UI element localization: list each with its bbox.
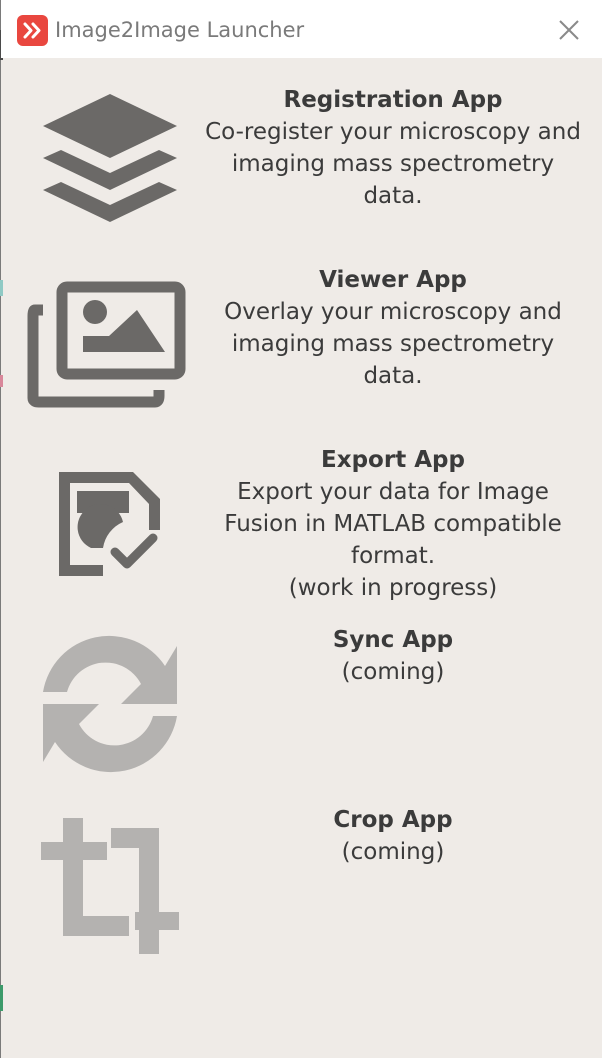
viewer-app-text: Viewer App Overlay your microscopy and i…	[193, 264, 593, 392]
app-description: Export your data for Image Fusion in MAT…	[224, 479, 562, 601]
crop-app-text: Crop App (coming)	[193, 804, 593, 868]
title-bar: Image2Image Launcher	[1, 0, 602, 58]
sync-app-text: Sync App (coming)	[193, 624, 593, 688]
app-name: Crop App	[333, 807, 453, 833]
close-button[interactable]	[551, 12, 587, 48]
registration-app-text: Registration App Co-register your micros…	[193, 84, 593, 212]
sync-icon	[25, 624, 195, 784]
layers-icon	[25, 84, 195, 244]
close-icon	[559, 20, 579, 40]
app-name: Registration App	[283, 87, 503, 113]
app-description: Co-register your microscopy and imaging …	[205, 119, 581, 209]
app-name: Sync App	[332, 627, 454, 653]
export-app-text: Export App Export your data for Image Fu…	[193, 444, 593, 604]
viewer-app-button[interactable]: Viewer App Overlay your microscopy and i…	[1, 264, 602, 444]
window-title: Image2Image Launcher	[55, 18, 305, 42]
app-name: Export App	[321, 447, 465, 473]
sync-app-button[interactable]: Sync App (coming)	[1, 624, 602, 804]
app-name: Viewer App	[319, 267, 467, 293]
registration-app-button[interactable]: Registration App Co-register your micros…	[1, 84, 602, 264]
launcher-window: Image2Image Launcher Registration App Co…	[0, 0, 602, 1058]
window-edge-marker	[0, 985, 3, 1011]
image-gallery-icon	[25, 264, 195, 424]
crop-icon	[25, 804, 195, 964]
app-description: (coming)	[341, 839, 445, 865]
save-check-icon	[25, 444, 195, 604]
export-app-button[interactable]: Export App Export your data for Image Fu…	[1, 444, 602, 624]
crop-app-button[interactable]: Crop App (coming)	[1, 804, 602, 984]
image2image-logo-icon	[17, 15, 48, 46]
app-description: (coming)	[341, 659, 445, 685]
app-description: Overlay your microscopy and imaging mass…	[224, 299, 562, 389]
